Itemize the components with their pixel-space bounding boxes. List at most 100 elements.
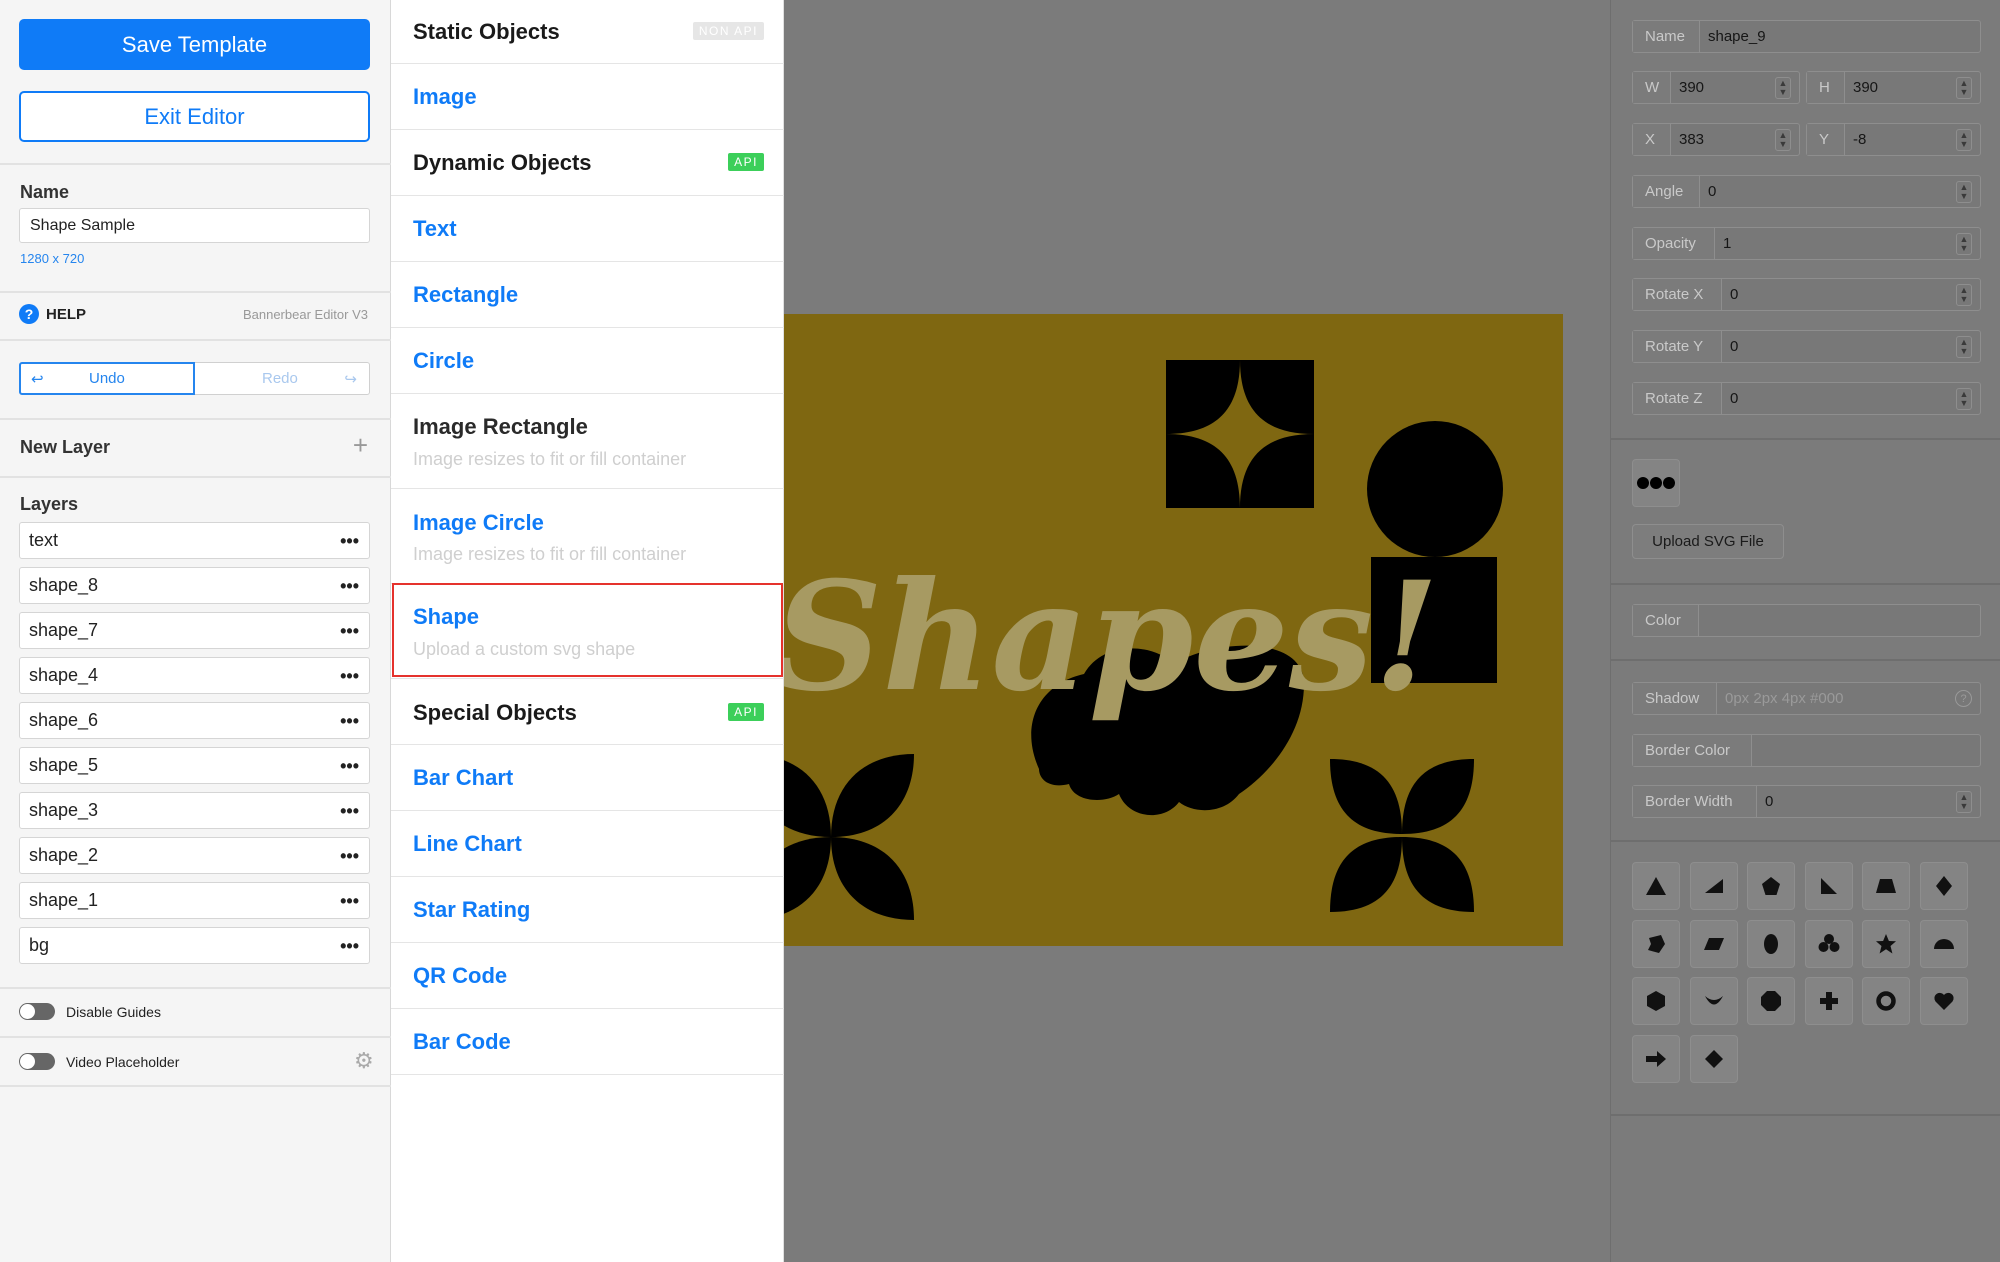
object-image-label: Image — [413, 84, 477, 109]
undo-button[interactable]: ↩ Undo — [19, 362, 195, 395]
rotate-z-stepper-icon[interactable]: ▲ ▼ — [1956, 387, 1972, 410]
club-icon[interactable] — [1805, 920, 1853, 968]
upload-svg-button[interactable]: Upload SVG File — [1632, 524, 1784, 559]
layer-item[interactable]: bg ••• — [19, 927, 370, 964]
layer-item[interactable]: shape_5 ••• — [19, 747, 370, 784]
x-field[interactable]: X 383 ▲ ▼ — [1632, 123, 1800, 156]
border-width-field[interactable]: Border Width 0 ▲ ▼ — [1632, 785, 1981, 818]
color-field[interactable]: Color — [1632, 604, 1981, 637]
save-template-button[interactable]: Save Template — [19, 19, 370, 70]
arrow-icon[interactable] — [1632, 1035, 1680, 1083]
layer-menu-icon[interactable]: ••• — [340, 892, 359, 910]
y-field[interactable]: Y -8 ▲ ▼ — [1806, 123, 1981, 156]
canvas-title-text[interactable]: Shapes! — [784, 549, 1439, 725]
shape-tulip-right[interactable] — [1330, 759, 1474, 912]
width-field[interactable]: W 390 ▲ ▼ — [1632, 71, 1800, 104]
rotate-x-field[interactable]: Rotate X 0 ▲ ▼ — [1632, 278, 1981, 311]
shape-flower-left[interactable] — [784, 754, 914, 920]
layer-menu-icon[interactable]: ••• — [340, 802, 359, 820]
object-rectangle[interactable]: Rectangle — [391, 262, 784, 328]
y-stepper-icon[interactable]: ▲ ▼ — [1956, 128, 1972, 151]
ring-icon[interactable] — [1862, 977, 1910, 1025]
rotate-y-field[interactable]: Rotate Y 0 ▲ ▼ — [1632, 330, 1981, 363]
layer-item[interactable]: shape_7 ••• — [19, 612, 370, 649]
opacity-field[interactable]: Opacity 1 ▲ ▼ — [1632, 227, 1981, 260]
add-layer-icon[interactable]: + — [353, 432, 368, 458]
octagon-icon[interactable] — [1747, 977, 1795, 1025]
object-image-rectangle[interactable]: Image Rectangle Image resizes to fit or … — [391, 394, 784, 489]
layer-item[interactable]: shape_3 ••• — [19, 792, 370, 829]
shape-circle[interactable] — [1367, 421, 1503, 557]
border-color-field[interactable]: Border Color — [1632, 734, 1981, 767]
rotate-x-label: Rotate X — [1633, 279, 1722, 310]
object-image-circle[interactable]: Image Circle Image resizes to fit or fil… — [391, 489, 784, 584]
height-stepper-icon[interactable]: ▲ ▼ — [1956, 76, 1972, 99]
layer-menu-icon[interactable]: ••• — [340, 622, 359, 640]
disable-guides-toggle[interactable] — [19, 1003, 55, 1020]
pentagon-icon[interactable] — [1747, 862, 1795, 910]
object-text[interactable]: Text — [391, 196, 784, 262]
x-stepper-icon[interactable]: ▲ ▼ — [1775, 128, 1791, 151]
rotate-z-field[interactable]: Rotate Z 0 ▲ ▼ — [1632, 382, 1981, 415]
rhombus-icon[interactable] — [1690, 1035, 1738, 1083]
object-circle[interactable]: Circle — [391, 328, 784, 394]
object-text-label: Text — [413, 216, 457, 241]
layer-item[interactable]: shape_8 ••• — [19, 567, 370, 604]
triangle-icon[interactable] — [1632, 862, 1680, 910]
layer-menu-icon[interactable]: ••• — [340, 577, 359, 595]
name-field[interactable]: Name shape_9 — [1632, 20, 1981, 53]
corner-triangle-icon[interactable] — [1805, 862, 1853, 910]
trapezoid-icon[interactable] — [1862, 862, 1910, 910]
diamond-icon[interactable] — [1920, 862, 1968, 910]
layer-menu-icon[interactable]: ••• — [340, 937, 359, 955]
redo-button[interactable]: Redo ↪ — [195, 362, 370, 395]
video-placeholder-toggle[interactable] — [19, 1053, 55, 1070]
layer-item[interactable]: shape_4 ••• — [19, 657, 370, 694]
shadow-field[interactable]: Shadow 0px 2px 4px #000 ? — [1632, 682, 1981, 715]
height-field[interactable]: H 390 ▲ ▼ — [1806, 71, 1981, 104]
opacity-stepper-icon[interactable]: ▲ ▼ — [1956, 232, 1972, 255]
layer-item[interactable]: shape_6 ••• — [19, 702, 370, 739]
design-canvas[interactable]: Shapes! — [784, 314, 1563, 946]
help-link[interactable]: HELP — [46, 306, 86, 323]
semicircle-icon[interactable] — [1920, 920, 1968, 968]
right-triangle-icon[interactable] — [1690, 862, 1738, 910]
heart-icon[interactable] — [1920, 977, 1968, 1025]
object-star-rating[interactable]: Star Rating — [391, 877, 784, 943]
shadow-help-icon[interactable]: ? — [1955, 690, 1972, 707]
object-image[interactable]: Image — [391, 64, 784, 130]
parallelogram-icon[interactable] — [1690, 920, 1738, 968]
angle-field[interactable]: Angle 0 ▲ ▼ — [1632, 175, 1981, 208]
border-width-stepper-icon[interactable]: ▲ ▼ — [1956, 790, 1972, 813]
layer-menu-icon[interactable]: ••• — [340, 847, 359, 865]
rotate-x-stepper-icon[interactable]: ▲ ▼ — [1956, 283, 1972, 306]
layer-menu-icon[interactable]: ••• — [340, 757, 359, 775]
star-icon[interactable] — [1862, 920, 1910, 968]
layer-item[interactable]: shape_1 ••• — [19, 882, 370, 919]
width-stepper-icon[interactable]: ▲ ▼ — [1775, 76, 1791, 99]
layer-menu-icon[interactable]: ••• — [340, 532, 359, 550]
ellipse-icon[interactable] — [1747, 920, 1795, 968]
object-bar-code[interactable]: Bar Code — [391, 1009, 784, 1075]
help-icon[interactable]: ? — [19, 304, 39, 324]
crescent-icon[interactable] — [1690, 977, 1738, 1025]
object-line-chart-label: Line Chart — [413, 831, 522, 856]
shape-sparkle-square[interactable] — [1166, 360, 1314, 508]
blob-icon[interactable] — [1632, 920, 1680, 968]
angle-stepper-icon[interactable]: ▲ ▼ — [1956, 180, 1972, 203]
hexagon-icon[interactable] — [1632, 977, 1680, 1025]
cross-icon[interactable] — [1805, 977, 1853, 1025]
template-name-input[interactable]: Shape Sample — [19, 208, 370, 243]
border-width-value: 0 — [1765, 793, 1774, 810]
layer-menu-icon[interactable]: ••• — [340, 712, 359, 730]
exit-editor-button[interactable]: Exit Editor — [19, 91, 370, 142]
object-line-chart[interactable]: Line Chart — [391, 811, 784, 877]
object-qr-code[interactable]: QR Code — [391, 943, 784, 1009]
object-bar-chart[interactable]: Bar Chart — [391, 745, 784, 811]
layer-item[interactable]: shape_2 ••• — [19, 837, 370, 874]
rotate-y-stepper-icon[interactable]: ▲ ▼ — [1956, 335, 1972, 358]
layer-menu-icon[interactable]: ••• — [340, 667, 359, 685]
gear-icon[interactable]: ⚙ — [354, 1050, 374, 1072]
layer-item[interactable]: text ••• — [19, 522, 370, 559]
svg-preview-thumbnail[interactable] — [1632, 459, 1680, 507]
